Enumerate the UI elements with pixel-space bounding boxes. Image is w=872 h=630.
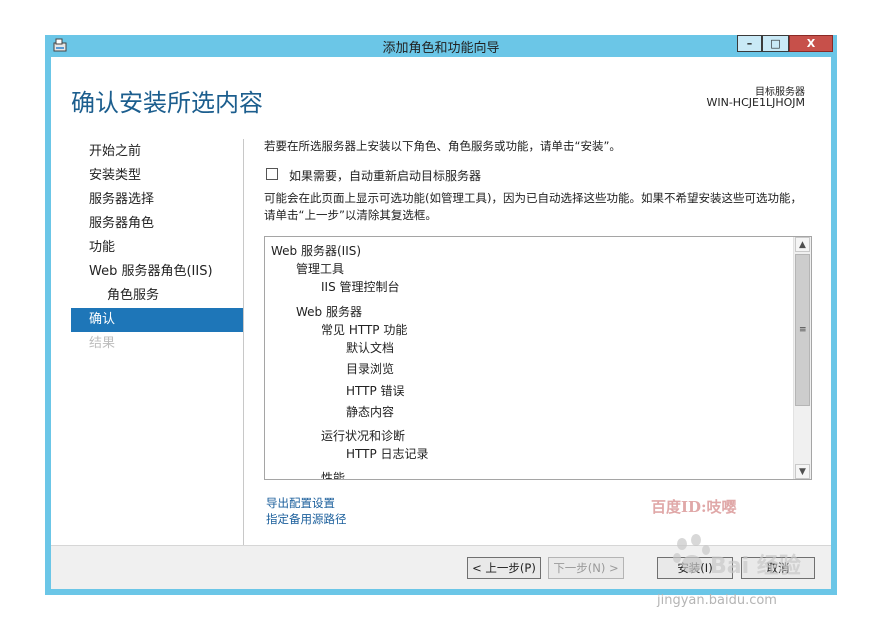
tree-item: 静态内容: [346, 405, 395, 419]
instruction-text: 若要在所选服务器上安装以下角色、角色服务或功能，请单击“安装”。: [264, 139, 621, 153]
minimize-button[interactable]: –: [737, 35, 762, 52]
tree-item: 管理工具: [296, 262, 345, 276]
nav-item-server-roles[interactable]: 服务器角色: [71, 212, 243, 236]
tree-item: HTTP 日志记录: [346, 447, 429, 461]
baidu-paw-icon: [673, 534, 710, 573]
baidu-id-watermark: 百度ID:吱嘤: [651, 498, 737, 516]
nav-item-web-server-role[interactable]: Web 服务器角色(IIS): [71, 260, 243, 284]
scroll-up-arrow-icon[interactable]: ▲: [795, 237, 810, 252]
restart-checkbox-label[interactable]: 如果需要，自动重新启动目标服务器: [289, 167, 481, 184]
tree-item: 运行状况和诊断: [321, 429, 406, 443]
tree-item: 常见 HTTP 功能: [321, 323, 408, 337]
maximize-button[interactable]: □: [762, 35, 789, 52]
nav-item-role-services[interactable]: 角色服务: [71, 284, 243, 308]
jingyan-url-watermark: jingyan.baidu.com: [657, 593, 777, 608]
previous-button[interactable]: < 上一步(P): [467, 557, 541, 579]
tree-item: 目录浏览: [346, 362, 395, 376]
nav-item-server-selection[interactable]: 服务器选择: [71, 188, 243, 212]
scroll-down-arrow-icon[interactable]: ▼: [795, 464, 810, 479]
grip-icon: ≡: [799, 325, 807, 335]
export-settings-link[interactable]: 导出配置设置: [266, 495, 335, 511]
restart-checkbox[interactable]: [266, 168, 278, 180]
nav-item-results: 结果: [89, 336, 116, 351]
feature-tree: Web 服务器(IIS) 管理工具 IIS 管理控制台 Web 服务器 常见 H…: [265, 237, 795, 479]
nav-divider: [243, 139, 244, 545]
tree-item: IIS 管理控制台: [321, 280, 400, 294]
page-title: 确认安装所选内容: [71, 89, 263, 117]
nav-item-installation-type[interactable]: 安装类型: [71, 164, 243, 188]
close-button[interactable]: X: [789, 35, 833, 52]
target-server-name: WIN-HCJE1LJHOJM: [706, 96, 805, 109]
tree-item: Web 服务器(IIS): [271, 244, 362, 258]
nav-item-before-you-begin[interactable]: 开始之前: [71, 140, 243, 164]
wizard-window: 添加角色和功能向导 – □ X 确认安装所选内容 目标服务器 WIN-HCJE1…: [45, 35, 837, 595]
vertical-scrollbar[interactable]: ▲ ≡ ▼: [793, 237, 811, 479]
optional-features-note: 可能会在此页面上显示可选功能(如管理工具)，因为已自动选择这些功能。如果不希望安…: [264, 191, 802, 222]
next-button: 下一步(N) >: [548, 557, 624, 579]
tree-item: 性能: [321, 471, 346, 479]
alternate-source-link[interactable]: 指定备用源路径: [266, 511, 347, 527]
nav-item-features[interactable]: 功能: [71, 236, 243, 260]
tree-item: 默认文档: [346, 341, 395, 355]
wizard-client-area: 确认安装所选内容 目标服务器 WIN-HCJE1LJHOJM 开始之前 安装类型…: [51, 57, 831, 589]
title-bar[interactable]: 添加角色和功能向导 – □ X: [45, 35, 837, 57]
selection-listbox[interactable]: Web 服务器(IIS) 管理工具 IIS 管理控制台 Web 服务器 常见 H…: [264, 236, 812, 480]
nav-item-confirmation[interactable]: 确认: [71, 308, 243, 332]
window-title: 添加角色和功能向导: [382, 41, 500, 56]
wizard-nav: 开始之前 安装类型 服务器选择 服务器角色 功能 Web 服务器角色(IIS) …: [71, 140, 243, 356]
tree-item: HTTP 错误: [346, 384, 405, 398]
baidu-jingyan-watermark: Bai 经验: [672, 530, 832, 580]
scrollbar-thumb[interactable]: ≡: [795, 254, 810, 406]
tree-item: Web 服务器: [296, 305, 362, 319]
baidu-jingyan-text: Bai 经验: [710, 554, 801, 579]
